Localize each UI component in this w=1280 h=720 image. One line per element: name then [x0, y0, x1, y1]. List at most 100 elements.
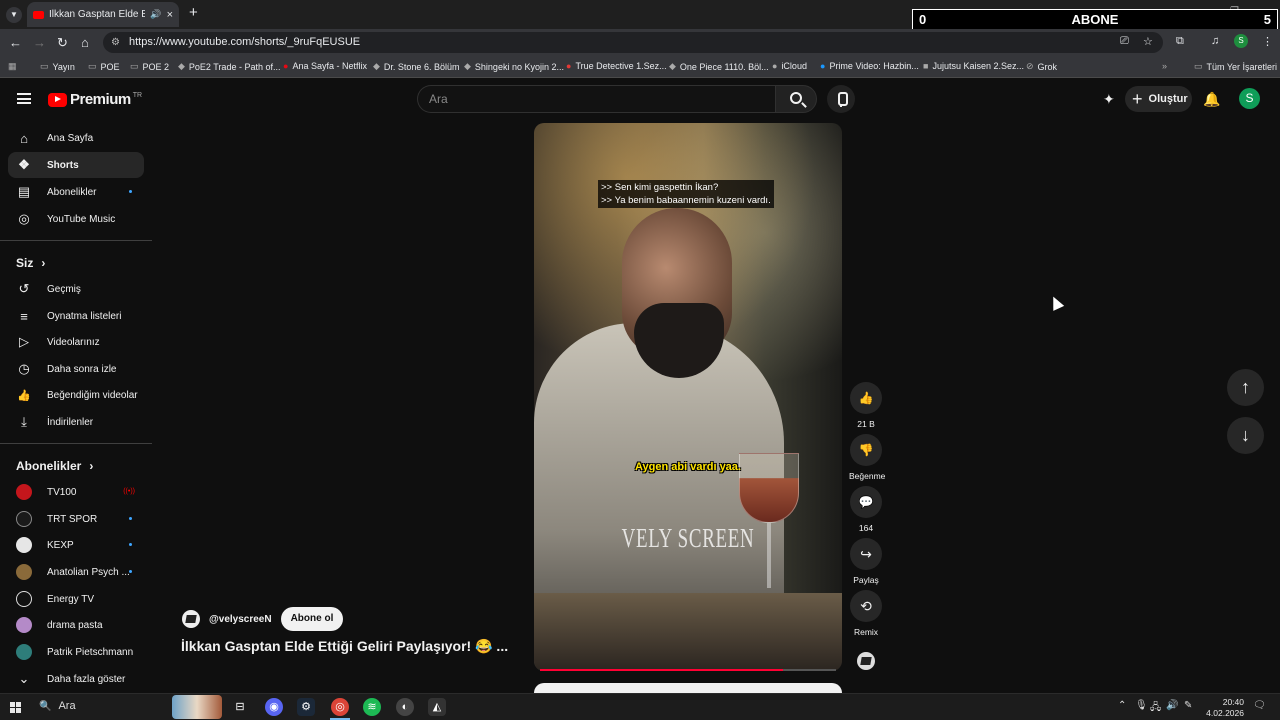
tray-chevron-up-icon[interactable]: ⌃: [1118, 700, 1126, 711]
volume-icon[interactable]: 🔊: [1166, 700, 1178, 711]
forward-icon[interactable]: →: [33, 35, 46, 50]
bookmark-item[interactable]: ● Prime Video: Hazbin...: [820, 61, 919, 71]
sidebar-item-downloads[interactable]: ⤓ İndirilenler: [8, 409, 144, 435]
sidebar-channel-trt-spor[interactable]: TRT SPOR: [8, 506, 144, 532]
notifications-bell-icon[interactable]: 🔔: [1203, 91, 1220, 108]
bookmark-item[interactable]: ▭ Yayın: [40, 61, 75, 72]
site-info-icon[interactable]: ⚙: [111, 32, 120, 53]
dislike-action[interactable]: 👎 Beğenme: [849, 434, 885, 481]
sidebar-channel-patrik-pietschmann[interactable]: Patrik Pietschmann: [8, 639, 144, 665]
sidebar-channel-kexp[interactable]: KEXP: [8, 532, 144, 558]
reload-icon[interactable]: ↻: [57, 35, 68, 51]
bookmark-item[interactable]: ● Ana Sayfa - Netflix: [283, 61, 367, 71]
discord-icon[interactable]: ◉: [265, 698, 283, 716]
install-app-icon[interactable]: ⎚: [1120, 35, 1129, 48]
next-short-preview[interactable]: [534, 683, 842, 693]
search-button[interactable]: [775, 85, 817, 113]
sidebar-item-subscriptions[interactable]: ▤ Abonelikler: [8, 179, 144, 205]
subscribe-button[interactable]: Abone ol: [280, 607, 344, 631]
chrome-icon[interactable]: ◎: [331, 698, 349, 716]
windows-start-icon[interactable]: [10, 702, 21, 713]
you-section-heading[interactable]: Siz ›: [16, 256, 45, 270]
short-title[interactable]: İlkkan Gasptan Elde Ettiği Geliri Paylaş…: [181, 638, 508, 655]
sidebar-channel-anatolian-psych[interactable]: Anatolian Psych ...: [8, 559, 144, 585]
youtube-premium-logo[interactable]: Premium TR: [48, 91, 142, 108]
sidebar-channel-tv100[interactable]: TV100 ((•)): [8, 479, 144, 505]
ai-sparkle-icon[interactable]: ✦: [1103, 91, 1115, 108]
bookmark-item[interactable]: ◆ Shingeki no Kyojin 2...: [464, 61, 564, 72]
bookmark-item[interactable]: ■ Jujutsu Kaisen 2.Sez...: [923, 61, 1024, 71]
dislike-icon[interactable]: 👎: [850, 434, 882, 466]
bookmark-item[interactable]: ◆ One Piece 1110. Böl...: [669, 61, 769, 72]
bookmark-item[interactable]: ● True Detective 1.Sez...: [566, 61, 667, 71]
share-icon[interactable]: ↪: [850, 538, 882, 570]
bookmark-item[interactable]: ⊘ Grok: [1026, 61, 1057, 72]
subscriptions-section-heading[interactable]: Abonelikler ›: [16, 459, 93, 473]
sidebar-item-playlists[interactable]: ≡ Oynatma listeleri: [8, 303, 144, 329]
back-icon[interactable]: ←: [9, 35, 22, 50]
search-input[interactable]: Ara: [417, 85, 776, 113]
app-icon[interactable]: ◭: [428, 698, 446, 716]
user-avatar[interactable]: S: [1239, 88, 1260, 109]
comment-icon[interactable]: 💬: [850, 486, 882, 518]
sidebar-item-shorts[interactable]: ❖ Shorts: [8, 152, 144, 178]
bookmark-item[interactable]: ● iCloud: [772, 61, 807, 71]
search-highlight-image[interactable]: [172, 695, 222, 719]
sidebar-item-liked-videos[interactable]: 👍 Beğendiğim videolar: [8, 382, 144, 408]
create-button[interactable]: + Oluştur: [1125, 86, 1192, 112]
bookmark-item[interactable]: ◆ Dr. Stone 6. Bölüm: [373, 61, 459, 72]
tab-close-icon[interactable]: ×: [167, 9, 173, 21]
bookmark-item[interactable]: ▭ POE 2: [130, 61, 169, 72]
apps-grid-icon[interactable]: ▦: [8, 61, 17, 72]
notifications-icon[interactable]: 🗨: [1253, 700, 1266, 711]
new-tab-button[interactable]: +: [189, 5, 198, 20]
channel-logo-icon[interactable]: [182, 610, 200, 628]
comments-action[interactable]: 💬 164: [849, 486, 883, 533]
share-action[interactable]: ↪ Paylaş: [849, 538, 883, 585]
short-video-player[interactable]: >> Sen kimi gaspettin İkan? >> Ya benim …: [534, 123, 842, 671]
extensions-icon[interactable]: ⧉: [1176, 35, 1184, 48]
next-short-button[interactable]: ↓: [1227, 417, 1264, 454]
remix-icon[interactable]: ⟲: [850, 590, 882, 622]
sidebar-item-music[interactable]: ◎ YouTube Music: [8, 206, 144, 232]
more-bookmarks-icon[interactable]: »: [1162, 61, 1167, 71]
steam-icon[interactable]: ⚙: [297, 698, 315, 716]
bookmark-item[interactable]: ◆ PoE2 Trade - Path of...: [178, 61, 280, 72]
menu-icon[interactable]: [17, 93, 31, 104]
task-view-icon[interactable]: ⊟: [231, 698, 249, 716]
previous-short-button[interactable]: ↑: [1227, 369, 1264, 406]
sidebar-item-history[interactable]: ↺ Geçmiş: [8, 276, 144, 302]
microphone-tray-icon[interactable]: 🎙: [1135, 700, 1148, 711]
sound-source-action[interactable]: [849, 652, 883, 673]
all-bookmarks[interactable]: ▭ Tüm Yer İşaretleri: [1194, 61, 1277, 72]
browser-menu-icon[interactable]: ⋮: [1262, 35, 1273, 48]
media-control-icon[interactable]: ♫: [1211, 35, 1219, 47]
url-field[interactable]: ⚙ https://www.youtube.com/shorts/_9ruFqE…: [103, 32, 1163, 53]
voice-search-icon[interactable]: [827, 85, 855, 113]
sidebar-item-home[interactable]: ⌂ Ana Sayfa: [8, 125, 144, 151]
sidebar-item-watch-later[interactable]: ◷ Daha sonra izle: [8, 356, 144, 382]
browser-tab-active[interactable]: İlkkan Gasptan Elde Ettiği G 🔊 ×: [27, 2, 179, 27]
obs-icon[interactable]: ◐: [396, 698, 414, 716]
search-icon: [790, 92, 802, 104]
remix-action[interactable]: ⟲ Remix: [849, 590, 883, 637]
tab-audio-icon[interactable]: 🔊: [150, 9, 161, 20]
bookmark-star-icon[interactable]: ☆: [1143, 35, 1153, 48]
video-progress-bar[interactable]: [540, 669, 836, 671]
sidebar-channel-drama-pasta[interactable]: drama pasta: [8, 612, 144, 638]
spotify-icon[interactable]: ≋: [363, 698, 381, 716]
pen-icon[interactable]: ✎: [1184, 700, 1192, 711]
network-icon[interactable]: 🖧: [1150, 700, 1161, 717]
taskbar-search[interactable]: 🔍 Ara: [39, 700, 76, 712]
channel-name[interactable]: @velyscreeN: [209, 614, 272, 625]
bookmark-item[interactable]: ▭ POE: [88, 61, 120, 72]
sidebar-item-your-videos[interactable]: ▷ Videolarınız: [8, 329, 144, 355]
browser-profile-avatar[interactable]: S: [1234, 34, 1248, 48]
show-more-button[interactable]: ⌄ Daha fazla göster: [8, 666, 144, 692]
sidebar-channel-energy-tv[interactable]: Energy TV: [8, 586, 144, 612]
like-icon[interactable]: 👍: [850, 382, 882, 414]
taskbar-clock[interactable]: 20:40 4.02.2026: [1200, 697, 1244, 719]
home-button-icon[interactable]: ⌂: [81, 35, 89, 50]
like-action[interactable]: 👍 21 B: [849, 382, 883, 429]
tab-search-button[interactable]: ▼: [6, 7, 22, 23]
